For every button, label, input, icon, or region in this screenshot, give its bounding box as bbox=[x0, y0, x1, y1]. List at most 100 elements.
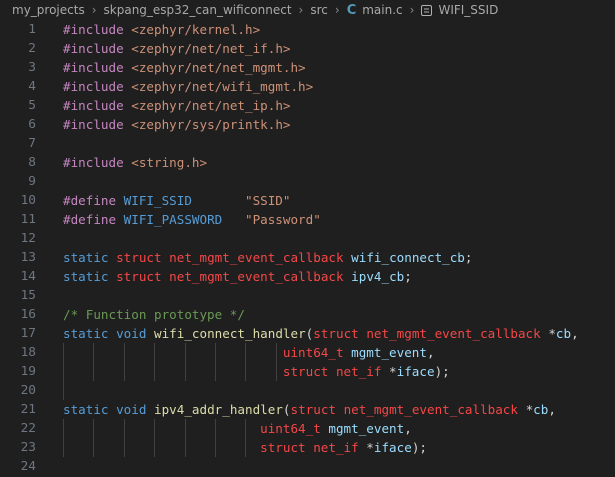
code-line[interactable]: 10 #define WIFI_SSID "SSID" bbox=[0, 191, 615, 210]
code-line[interactable]: 6 #include <zephyr/sys/printk.h> bbox=[0, 115, 615, 134]
chevron-right-icon: › bbox=[409, 3, 415, 17]
c-language-icon: C bbox=[346, 2, 357, 18]
code-token: struct bbox=[313, 326, 359, 341]
code-line[interactable]: 15 bbox=[0, 286, 615, 305]
code-line[interactable]: 2 #include <zephyr/net/net_if.h> bbox=[0, 39, 615, 58]
code-token: #include bbox=[63, 22, 124, 37]
code-token: ; bbox=[404, 269, 412, 284]
code-line[interactable]: 21 static void ipv4_addr_handler(struct n… bbox=[0, 400, 615, 419]
code-line[interactable]: 17 static void wifi_connect_handler(struc… bbox=[0, 324, 615, 343]
code-token: mgmt_event bbox=[343, 345, 427, 360]
code-line[interactable]: 7 bbox=[0, 134, 615, 153]
line-number: 4 bbox=[28, 79, 36, 94]
chevron-right-icon: › bbox=[91, 3, 97, 17]
code-line[interactable]: 11 #define WIFI_PASSWORD "Password" bbox=[0, 210, 615, 229]
code-token: cb bbox=[533, 402, 549, 417]
code-token: WIFI_PASSWORD bbox=[116, 212, 223, 227]
code-text: uint64_t mgmt_event, bbox=[63, 419, 412, 438]
code-line[interactable]: 22 uint64_t mgmt_event, bbox=[0, 419, 615, 438]
breadcrumb: my_projects › skpang_esp32_can_wificonne… bbox=[0, 0, 615, 20]
code-text: static void wifi_connect_handler(struct … bbox=[63, 324, 579, 343]
code-token: struct bbox=[116, 250, 162, 265]
line-number: 1 bbox=[28, 22, 36, 37]
code-token: * bbox=[540, 326, 556, 341]
code-text: #define WIFI_SSID "SSID" bbox=[63, 191, 290, 210]
code-token: ); bbox=[434, 364, 450, 379]
code-token: <string.h> bbox=[123, 155, 208, 170]
line-number: 2 bbox=[28, 41, 36, 56]
code-token: struct bbox=[282, 364, 329, 379]
code-token: static bbox=[63, 402, 109, 417]
line-number: 7 bbox=[28, 136, 36, 151]
line-number: 16 bbox=[20, 307, 36, 322]
breadcrumb-item-my-projects[interactable]: my_projects bbox=[12, 3, 85, 17]
code-token: #define bbox=[63, 193, 117, 208]
code-line[interactable]: 13 static struct net_mgmt_event_callback … bbox=[0, 248, 615, 267]
line-number: 14 bbox=[20, 269, 36, 284]
code-text: #include <zephyr/net/net_if.h> bbox=[63, 39, 290, 58]
code-line[interactable]: 5 #include <zephyr/net/net_ip.h> bbox=[0, 96, 615, 115]
code-token: #include bbox=[63, 41, 124, 56]
code-line[interactable]: 19 struct net_if *iface); bbox=[0, 362, 615, 381]
code-text: uint64_t mgmt_event, bbox=[63, 343, 435, 362]
code-token: uint64_t bbox=[282, 345, 344, 360]
code-text: #define WIFI_PASSWORD "Password" bbox=[63, 210, 321, 229]
code-token: net_mgmt_event_callback bbox=[358, 326, 541, 341]
code-token: "SSID" bbox=[191, 193, 291, 208]
code-token: , bbox=[548, 402, 556, 417]
code-token: ( bbox=[282, 402, 291, 417]
breadcrumb-item-src[interactable]: src bbox=[310, 3, 328, 17]
breadcrumb-label: skpang_esp32_can_wificonnect bbox=[103, 3, 292, 17]
line-number: 18 bbox=[20, 345, 36, 360]
code-token: #include bbox=[63, 60, 124, 75]
line-number: 17 bbox=[20, 326, 36, 341]
code-token: , bbox=[426, 345, 435, 360]
code-line[interactable]: 20 bbox=[0, 381, 615, 400]
code-token: mgmt_event bbox=[320, 421, 405, 436]
code-token: #include bbox=[63, 155, 124, 170]
code-token: <zephyr/sys/printk.h> bbox=[123, 117, 291, 132]
indent-guide bbox=[63, 381, 64, 400]
line-number: 3 bbox=[28, 60, 36, 75]
code-token: void bbox=[108, 402, 147, 417]
line-number: 22 bbox=[20, 421, 36, 436]
line-number: 10 bbox=[20, 193, 36, 208]
code-token: <zephyr/net/wifi_mgmt.h> bbox=[123, 79, 314, 94]
code-line[interactable]: 9 bbox=[0, 172, 615, 191]
code-line[interactable]: 12 bbox=[0, 229, 615, 248]
code-token: #include bbox=[63, 98, 124, 113]
code-token: wifi_connect_handler bbox=[146, 326, 306, 341]
breadcrumb-item-project[interactable]: skpang_esp32_can_wificonnect bbox=[104, 3, 292, 17]
code-line[interactable]: 4 #include <zephyr/net/wifi_mgmt.h> bbox=[0, 77, 615, 96]
code-editor[interactable]: 1 #include <zephyr/kernel.h> 2 #include <ze… bbox=[0, 20, 615, 477]
code-token: WIFI_SSID bbox=[116, 193, 192, 208]
code-token: <zephyr/net/net_mgmt.h> bbox=[123, 60, 306, 75]
code-token: ; bbox=[464, 250, 473, 265]
breadcrumb-label: src bbox=[310, 3, 328, 17]
code-text: /* Function prototype */ bbox=[63, 305, 245, 324]
breadcrumb-item-symbol[interactable]: WIFI_SSID bbox=[421, 3, 498, 17]
line-number: 9 bbox=[28, 174, 36, 189]
code-text: static struct net_mgmt_event_callback wi… bbox=[63, 248, 473, 267]
code-line[interactable]: 23 struct net_if *iface); bbox=[0, 438, 615, 457]
code-token: void bbox=[108, 326, 147, 341]
code-line[interactable]: 14 static struct net_mgmt_event_callback … bbox=[0, 267, 615, 286]
breadcrumb-item-file[interactable]: C main.c bbox=[347, 3, 403, 18]
code-line[interactable]: 1 #include <zephyr/kernel.h> bbox=[0, 20, 615, 39]
code-text: #include <zephyr/net/net_ip.h> bbox=[63, 96, 290, 115]
code-token: struct bbox=[116, 269, 162, 284]
code-line[interactable]: 3 #include <zephyr/net/net_mgmt.h> bbox=[0, 58, 615, 77]
code-token: wifi_connect_cb bbox=[343, 250, 465, 265]
code-token: net_if bbox=[305, 440, 359, 455]
code-line[interactable]: 16 /* Function prototype */ bbox=[0, 305, 615, 324]
line-number: 12 bbox=[20, 231, 36, 246]
code-line[interactable]: 24 bbox=[0, 457, 615, 476]
code-line[interactable]: 8 #include <string.h> bbox=[0, 153, 615, 172]
code-token: <zephyr/net/net_if.h> bbox=[123, 41, 291, 56]
code-token: <zephyr/kernel.h> bbox=[123, 22, 261, 37]
code-line[interactable]: 18 uint64_t mgmt_event, bbox=[0, 343, 615, 362]
line-number: 13 bbox=[20, 250, 36, 265]
line-number: 15 bbox=[20, 288, 36, 303]
